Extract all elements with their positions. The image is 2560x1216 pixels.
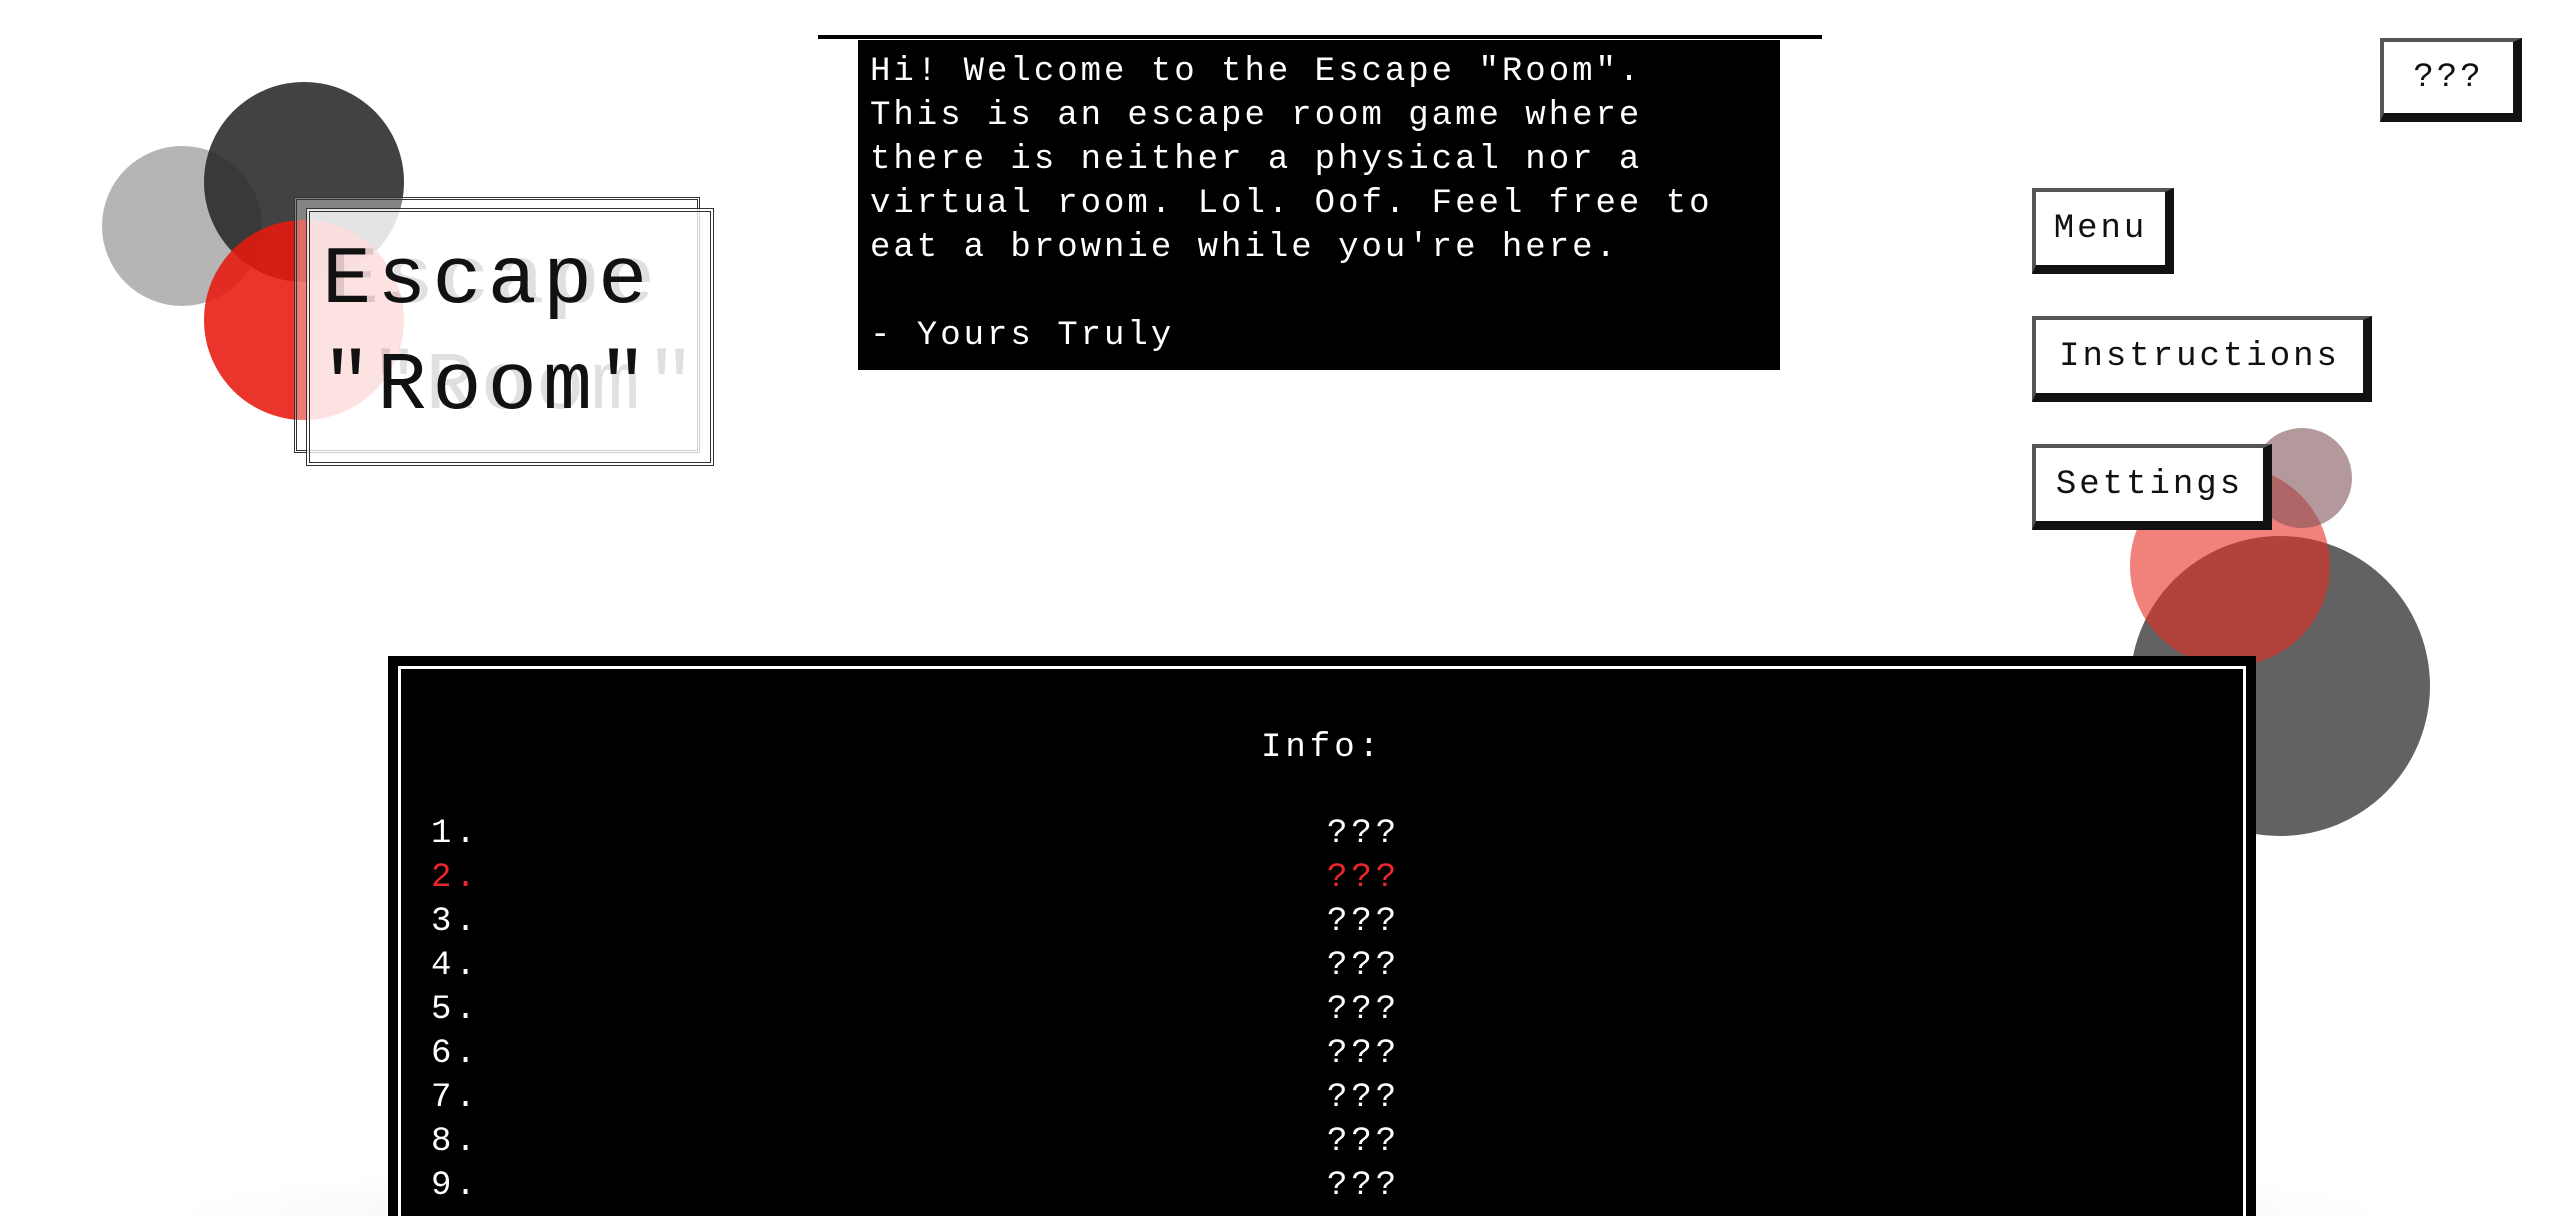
info-title: Info: xyxy=(1260,729,1384,767)
info-row-number: 4. xyxy=(431,947,480,985)
info-row-value: ??? xyxy=(1327,1167,1401,1205)
welcome-message: Hi! Welcome to the Escape "Room". This i… xyxy=(858,40,1780,370)
menu-button[interactable]: Menu xyxy=(2032,188,2174,274)
info-row-9: 9. ??? xyxy=(431,1167,1931,1211)
info-row-2: 2. ??? xyxy=(431,859,1931,903)
info-row-value: ??? xyxy=(1327,1079,1401,1117)
settings-button[interactable]: Settings xyxy=(2032,444,2272,530)
info-row-value: ??? xyxy=(1327,991,1401,1029)
info-row-number: 9. xyxy=(431,1167,480,1205)
info-row-5: 5. ??? xyxy=(431,991,1931,1035)
info-row-number: 8. xyxy=(431,1123,480,1161)
info-row-value: ??? xyxy=(1327,903,1401,941)
info-row-number: 5. xyxy=(431,991,480,1029)
info-row-value: ??? xyxy=(1327,815,1401,853)
page: Escape "Room" Escape "Room" Hi! Welcome … xyxy=(0,0,2560,1216)
info-row-3: 3. ??? xyxy=(431,903,1931,947)
game-title-line2: "Room" xyxy=(322,340,654,433)
info-row-number: 7. xyxy=(431,1079,480,1117)
info-panel: Info: 1. ??? 2. ??? 3. ??? 4. ??? 5. ???… xyxy=(398,666,2246,1216)
info-row-value: ??? xyxy=(1327,1123,1401,1161)
info-row-number: 1. xyxy=(431,815,480,853)
info-row-number: 3. xyxy=(431,903,480,941)
game-title: Escape "Room" xyxy=(322,228,653,440)
info-row-1: 1. ??? xyxy=(431,815,1931,859)
info-row-number: 2. xyxy=(431,859,480,897)
info-row-number: 6. xyxy=(431,1035,480,1073)
info-row-value: ??? xyxy=(1327,859,1401,897)
info-row-6: 6. ??? xyxy=(431,1035,1931,1079)
info-row-value: ??? xyxy=(1327,1035,1401,1073)
message-top-rule xyxy=(818,35,1822,39)
info-row-value: ??? xyxy=(1327,947,1401,985)
info-row-4: 4. ??? xyxy=(431,947,1931,991)
info-row-7: 7. ??? xyxy=(431,1079,1931,1123)
info-row-8: 8. ??? xyxy=(431,1123,1931,1167)
instructions-button[interactable]: Instructions xyxy=(2032,316,2372,402)
mystery-button[interactable]: ??? xyxy=(2380,38,2522,122)
game-title-line1: Escape xyxy=(322,234,654,327)
